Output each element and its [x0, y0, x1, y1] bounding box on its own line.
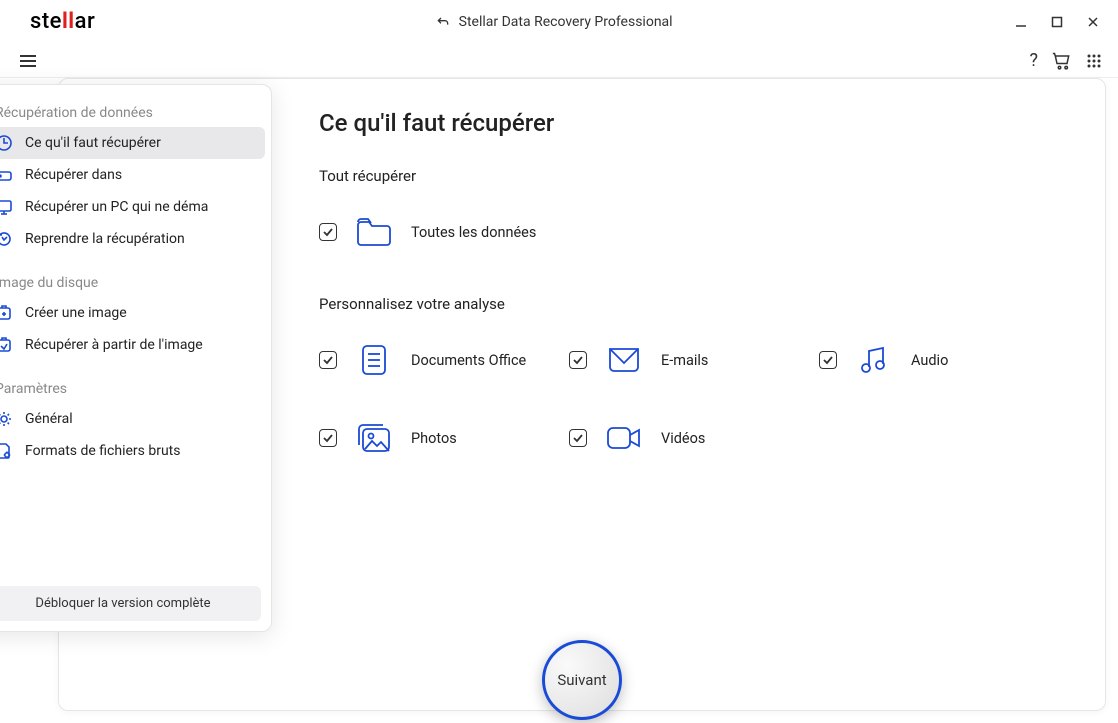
option-documents: Documents Office [319, 341, 569, 379]
option-audio: Audio [819, 341, 1069, 379]
sidebar-item-label: Récupérer à partir de l'image [25, 337, 203, 353]
sidebar-item-label: Formats de fichiers bruts [25, 443, 180, 459]
title-bar: stellar Stellar Data Recovery Profession… [0, 0, 1118, 44]
sidebar-item-label: Ce qu'il faut récupérer [25, 135, 161, 151]
sidebar-item-label: Reprendre la récupération [25, 231, 185, 247]
back-icon[interactable] [435, 14, 451, 30]
file-cog-icon [0, 442, 13, 460]
gear-icon [0, 410, 13, 428]
close-button[interactable] [1084, 13, 1102, 31]
sidebar-item-label: Récupérer dans [25, 167, 122, 183]
photos-label: Photos [411, 430, 457, 447]
recover-all-heading: Tout récupérer [319, 167, 1105, 185]
sidebar-item-label: Général [25, 411, 73, 427]
option-videos: Vidéos [569, 419, 819, 457]
video-icon [605, 419, 643, 457]
videos-label: Vidéos [661, 430, 705, 447]
apps-icon[interactable] [1086, 53, 1102, 69]
recover-image-icon [0, 336, 13, 354]
all-data-label: Toutes les données [411, 224, 536, 241]
sidebar-item-what-to-recover[interactable]: Ce qu'il faut récupérer [0, 127, 265, 159]
menu-button[interactable] [12, 49, 44, 73]
option-photos: Photos [319, 419, 569, 457]
drive-icon [0, 166, 13, 184]
unlock-button-label: Débloquer la version complète [35, 596, 210, 611]
sidebar-item-recover-image[interactable]: Récupérer à partir de l'image [0, 329, 271, 361]
sidebar-item-label: Récupérer un PC qui ne déma [25, 199, 208, 215]
emails-checkbox[interactable] [569, 351, 587, 369]
toolbar: ? [0, 44, 1118, 78]
sidebar-item-recover-from[interactable]: Récupérer dans [0, 159, 271, 191]
window-title: Stellar Data Recovery Professional [459, 14, 673, 30]
settings-section-title: Paramètres [0, 373, 271, 403]
folder-icon [355, 213, 393, 251]
audio-icon [855, 341, 893, 379]
audio-checkbox[interactable] [819, 351, 837, 369]
sidebar-item-raw-formats[interactable]: Formats de fichiers bruts [0, 435, 271, 467]
sidebar: Récupération de données Ce qu'il faut ré… [0, 84, 272, 632]
sidebar-item-resume[interactable]: Reprendre la récupération [0, 223, 271, 255]
sidebar-item-label: Créer une image [25, 305, 127, 321]
photos-icon [355, 419, 393, 457]
option-emails: E-mails [569, 341, 819, 379]
photos-checkbox[interactable] [319, 429, 337, 447]
create-image-icon [0, 304, 13, 322]
target-icon [0, 134, 13, 152]
documents-label: Documents Office [411, 352, 526, 369]
minimize-button[interactable] [1012, 13, 1030, 31]
all-data-checkbox[interactable] [319, 223, 337, 241]
sidebar-item-general[interactable]: Général [0, 403, 271, 435]
recover-all-row: Toutes les données [319, 213, 1105, 251]
cart-icon[interactable] [1052, 51, 1072, 71]
monitor-icon [0, 198, 13, 216]
document-icon [355, 341, 393, 379]
custom-heading: Personnalisez votre analyse [319, 295, 1105, 313]
emails-label: E-mails [661, 352, 708, 369]
app-logo: stellar [30, 9, 95, 34]
page-title: Ce qu'il faut récupérer [319, 109, 1105, 137]
documents-checkbox[interactable] [319, 351, 337, 369]
audio-label: Audio [911, 352, 948, 369]
recovery-section-title: Récupération de données [0, 97, 271, 127]
next-button[interactable]: Suivant [542, 640, 622, 720]
videos-checkbox[interactable] [569, 429, 587, 447]
resume-icon [0, 230, 13, 248]
unlock-button[interactable]: Débloquer la version complète [0, 586, 261, 621]
help-icon[interactable]: ? [1029, 50, 1038, 71]
email-icon [605, 341, 643, 379]
sidebar-item-create-image[interactable]: Créer une image [0, 297, 271, 329]
sidebar-item-recover-pc[interactable]: Récupérer un PC qui ne déma [0, 191, 271, 223]
next-button-label: Suivant [557, 671, 606, 689]
disk-image-section-title: Image du disque [0, 267, 271, 297]
maximize-button[interactable] [1048, 13, 1066, 31]
